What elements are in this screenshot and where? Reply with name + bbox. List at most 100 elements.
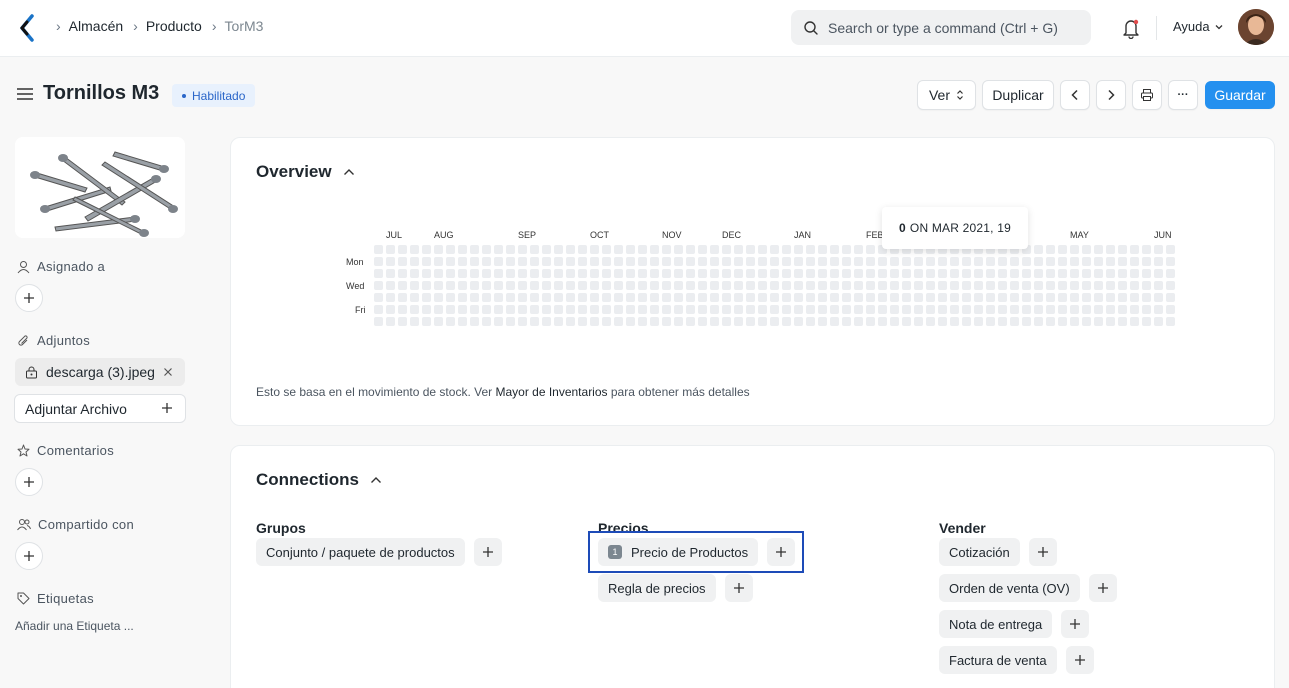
heatmap-cell[interactable] xyxy=(1166,257,1175,266)
heatmap-cell[interactable] xyxy=(866,245,875,254)
attach-file-button[interactable]: Adjuntar Archivo xyxy=(14,394,186,423)
heatmap-cell[interactable] xyxy=(950,317,959,326)
add-sales-order-button[interactable] xyxy=(1088,574,1117,602)
heatmap-cell[interactable] xyxy=(1082,305,1091,314)
heatmap-cell[interactable] xyxy=(590,305,599,314)
heatmap-cell[interactable] xyxy=(746,257,755,266)
heatmap-cell[interactable] xyxy=(506,281,515,290)
heatmap-cell[interactable] xyxy=(434,245,443,254)
heatmap-cell[interactable] xyxy=(374,281,383,290)
heatmap-cell[interactable] xyxy=(554,293,563,302)
heatmap-cell[interactable] xyxy=(794,317,803,326)
heatmap-cell[interactable] xyxy=(1082,317,1091,326)
heatmap-cell[interactable] xyxy=(542,245,551,254)
heatmap-cell[interactable] xyxy=(398,305,407,314)
heatmap-cell[interactable] xyxy=(1118,269,1127,278)
heatmap-cell[interactable] xyxy=(626,245,635,254)
add-tag-link[interactable]: Añadir una Etiqueta ... xyxy=(15,619,134,633)
heatmap-cell[interactable] xyxy=(698,269,707,278)
heatmap-cell[interactable] xyxy=(782,305,791,314)
heatmap-cell[interactable] xyxy=(890,281,899,290)
heatmap-cell[interactable] xyxy=(542,269,551,278)
heatmap-cell[interactable] xyxy=(578,281,587,290)
heatmap-cell[interactable] xyxy=(626,281,635,290)
heatmap-cell[interactable] xyxy=(974,257,983,266)
heatmap-cell[interactable] xyxy=(638,257,647,266)
heatmap-cell[interactable] xyxy=(614,317,623,326)
heatmap-cell[interactable] xyxy=(386,281,395,290)
heatmap-cell[interactable] xyxy=(1154,257,1163,266)
heatmap-cell[interactable] xyxy=(1010,305,1019,314)
heatmap-cell[interactable] xyxy=(902,281,911,290)
heatmap-cell[interactable] xyxy=(842,317,851,326)
heatmap-cell[interactable] xyxy=(566,257,575,266)
heatmap-cell[interactable] xyxy=(1046,317,1055,326)
heatmap-cell[interactable] xyxy=(734,281,743,290)
heatmap-cell[interactable] xyxy=(722,257,731,266)
heatmap-cell[interactable] xyxy=(818,269,827,278)
heatmap-cell[interactable] xyxy=(698,281,707,290)
heatmap-cell[interactable] xyxy=(1142,293,1151,302)
heatmap-cell[interactable] xyxy=(566,305,575,314)
heatmap-cell[interactable] xyxy=(818,317,827,326)
heatmap-cell[interactable] xyxy=(1118,245,1127,254)
heatmap-cell[interactable] xyxy=(602,305,611,314)
heatmap-cell[interactable] xyxy=(830,269,839,278)
heatmap-cell[interactable] xyxy=(830,281,839,290)
heatmap-cell[interactable] xyxy=(458,293,467,302)
heatmap-cell[interactable] xyxy=(374,269,383,278)
heatmap-cell[interactable] xyxy=(1130,317,1139,326)
heatmap-cell[interactable] xyxy=(614,293,623,302)
heatmap-cell[interactable] xyxy=(1166,269,1175,278)
heatmap-cell[interactable] xyxy=(638,269,647,278)
add-pricing-rule-button[interactable] xyxy=(724,574,753,602)
heatmap-cell[interactable] xyxy=(794,305,803,314)
heatmap-cell[interactable] xyxy=(1046,293,1055,302)
heatmap-cell[interactable] xyxy=(482,317,491,326)
heatmap-cell[interactable] xyxy=(518,245,527,254)
heatmap-cell[interactable] xyxy=(674,245,683,254)
heatmap-cell[interactable] xyxy=(962,305,971,314)
heatmap-cell[interactable] xyxy=(410,257,419,266)
heatmap-cell[interactable] xyxy=(698,317,707,326)
heatmap-cell[interactable] xyxy=(650,245,659,254)
heatmap-cell[interactable] xyxy=(470,269,479,278)
heatmap-cell[interactable] xyxy=(782,281,791,290)
heatmap-cell[interactable] xyxy=(842,257,851,266)
heatmap-cell[interactable] xyxy=(374,317,383,326)
heatmap-cell[interactable] xyxy=(854,257,863,266)
heatmap-cell[interactable] xyxy=(998,281,1007,290)
heatmap-cell[interactable] xyxy=(890,293,899,302)
connections-header[interactable]: Connections xyxy=(256,470,382,490)
heatmap-cell[interactable] xyxy=(638,281,647,290)
heatmap-cell[interactable] xyxy=(854,245,863,254)
heatmap-cell[interactable] xyxy=(446,317,455,326)
heatmap-cell[interactable] xyxy=(626,293,635,302)
heatmap-cell[interactable] xyxy=(842,245,851,254)
heatmap-cell[interactable] xyxy=(614,305,623,314)
heatmap-cell[interactable] xyxy=(398,257,407,266)
heatmap-cell[interactable] xyxy=(662,317,671,326)
heatmap-cell[interactable] xyxy=(446,293,455,302)
heatmap-cell[interactable] xyxy=(854,281,863,290)
heatmap-cell[interactable] xyxy=(602,245,611,254)
heatmap-cell[interactable] xyxy=(1058,257,1067,266)
heatmap-cell[interactable] xyxy=(698,293,707,302)
heatmap-cell[interactable] xyxy=(1106,293,1115,302)
heatmap-cell[interactable] xyxy=(722,305,731,314)
heatmap-cell[interactable] xyxy=(806,245,815,254)
heatmap-cell[interactable] xyxy=(986,293,995,302)
heatmap-cell[interactable] xyxy=(1082,269,1091,278)
heatmap-cell[interactable] xyxy=(974,317,983,326)
heatmap-cell[interactable] xyxy=(794,245,803,254)
connection-sales-order-link[interactable]: Orden de venta (OV) xyxy=(939,574,1080,602)
heatmap-cell[interactable] xyxy=(446,281,455,290)
heatmap-cell[interactable] xyxy=(926,305,935,314)
heatmap-cell[interactable] xyxy=(794,257,803,266)
heatmap-cell[interactable] xyxy=(590,245,599,254)
heatmap-cell[interactable] xyxy=(482,269,491,278)
heatmap-cell[interactable] xyxy=(662,281,671,290)
heatmap-cell[interactable] xyxy=(998,257,1007,266)
connection-quotation-link[interactable]: Cotización xyxy=(939,538,1020,566)
heatmap-cell[interactable] xyxy=(770,305,779,314)
